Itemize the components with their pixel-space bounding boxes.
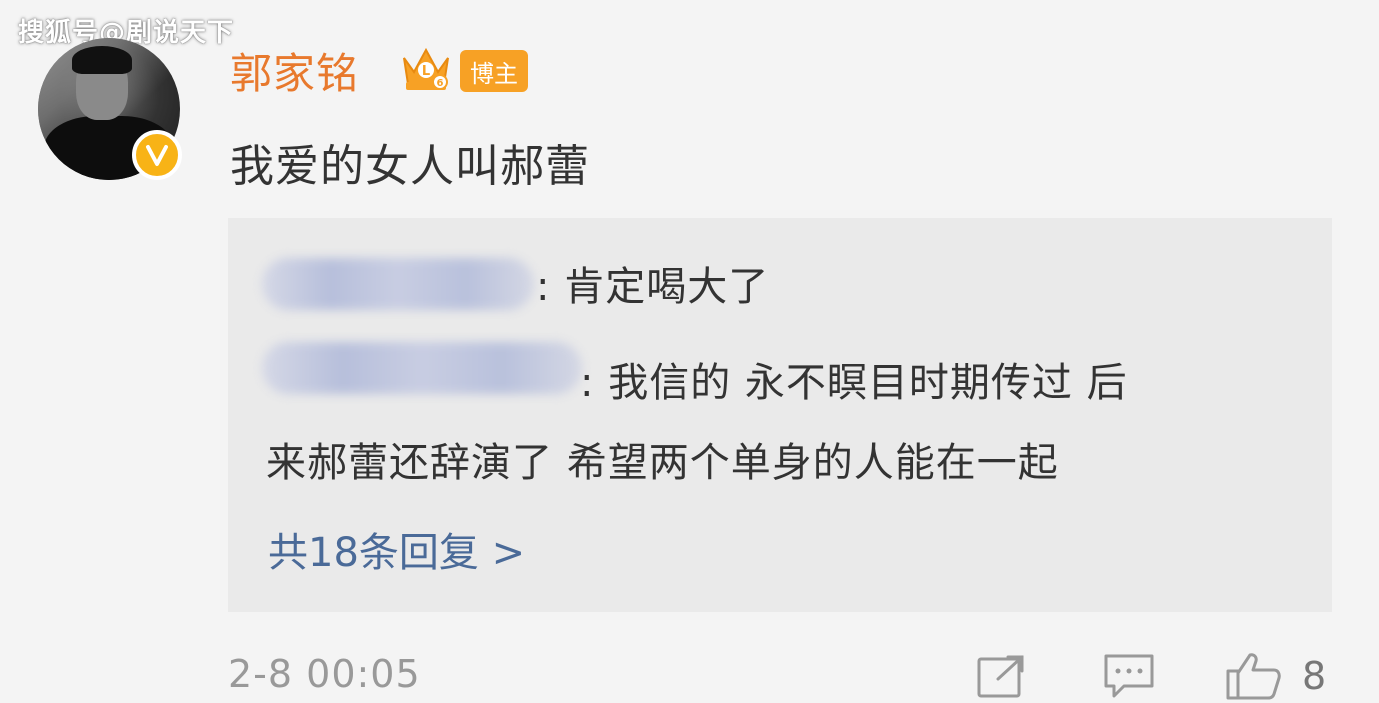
share-button[interactable]	[976, 652, 1028, 700]
reply-author-blurred[interactable]	[262, 342, 582, 394]
username[interactable]: 郭家铭	[230, 40, 359, 101]
verified-v-icon	[132, 130, 182, 180]
like-thumb-icon	[1226, 653, 1281, 700]
more-replies-link[interactable]: 共18条回复 >	[268, 520, 525, 578]
like-button[interactable]: 8	[1224, 652, 1326, 700]
comment-button[interactable]	[1102, 652, 1156, 700]
like-count: 8	[1302, 654, 1327, 698]
reply-text-line2: 来郝蕾还辞演了 希望两个单身的人能在一起	[266, 440, 1059, 486]
svg-text:6: 6	[437, 78, 444, 89]
share-icon	[977, 655, 1024, 698]
reply-text: : 肯定喝大了	[536, 264, 770, 310]
reply-text-line1: : 我信的 永不瞑目时期传过 后	[580, 360, 1128, 406]
crown-level-icon: L 6	[403, 47, 449, 90]
post-text: 我爱的女人叫郝蕾	[230, 141, 590, 192]
comment-icon	[1104, 654, 1154, 698]
timestamp: 2-8 00:05	[228, 652, 421, 696]
reply-author-blurred[interactable]	[262, 258, 534, 310]
blogger-badge: 博主	[460, 50, 528, 92]
svg-text:L: L	[422, 64, 430, 79]
reply-box[interactable]: : 肯定喝大了 : 我信的 永不瞑目时期传过 后 来郝蕾还辞演了 希望两个单身的…	[228, 218, 1332, 612]
